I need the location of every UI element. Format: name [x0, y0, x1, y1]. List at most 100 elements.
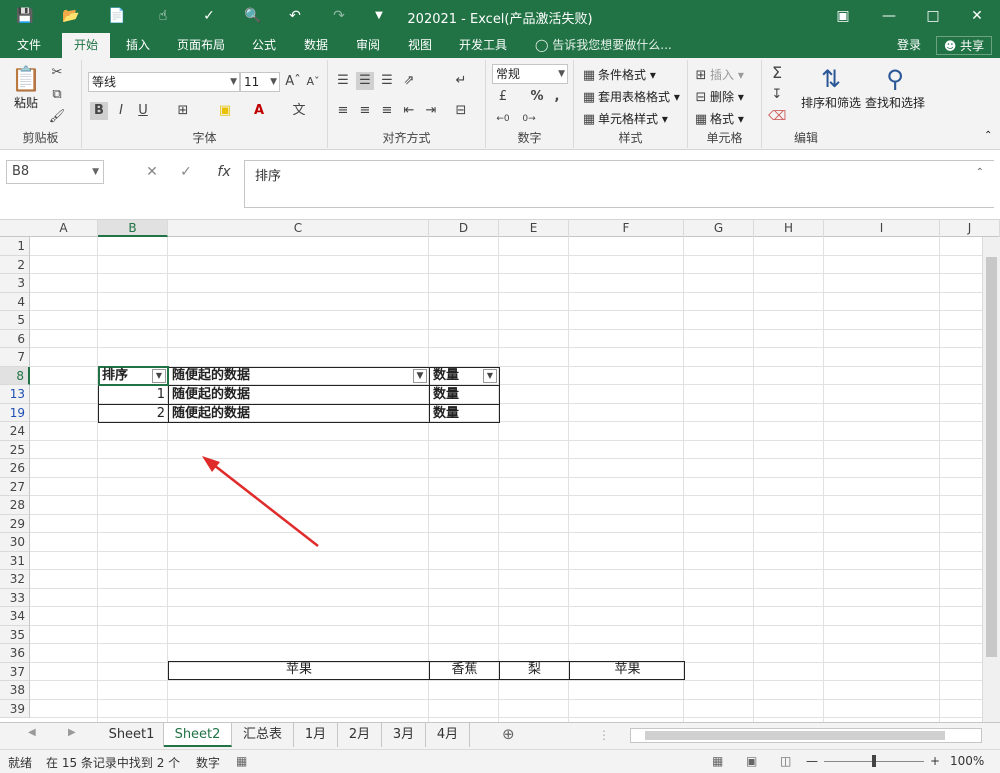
login-link[interactable]: 登录 — [897, 33, 921, 58]
insert-function-icon[interactable]: fx — [212, 160, 236, 184]
column-header-g[interactable]: G — [684, 220, 754, 237]
horizontal-scroll-thumb[interactable] — [645, 731, 945, 740]
tab-data[interactable]: 数据 — [294, 33, 338, 58]
row-header-36[interactable]: 36 — [0, 644, 30, 663]
formula-input[interactable]: 排序 ⌃ — [244, 160, 994, 208]
row-header-29[interactable]: 29 — [0, 514, 30, 533]
clear-icon[interactable]: ⌫ — [768, 108, 786, 126]
name-box[interactable]: B8 ▼ — [6, 160, 104, 184]
font-name-box[interactable]: 等线 ▼ — [88, 72, 240, 92]
merge-center-icon[interactable]: ⊟ — [452, 102, 470, 120]
normal-view-icon[interactable]: ▦ — [712, 754, 723, 768]
tab-view[interactable]: 视图 — [398, 33, 442, 58]
row-header-13[interactable]: 13 — [0, 385, 30, 404]
column-header-a[interactable]: A — [30, 220, 98, 237]
row-header-34[interactable]: 34 — [0, 607, 30, 626]
table-cell[interactable]: 随便起的数据 — [169, 405, 429, 424]
increase-indent-icon[interactable]: ⇥ — [422, 102, 440, 120]
fruit-cell[interactable]: 苹果 — [570, 661, 685, 680]
tab-home[interactable]: 开始 — [62, 33, 110, 58]
collapse-ribbon-icon[interactable]: ⌃ — [984, 130, 992, 141]
orientation-icon[interactable]: ⇗ — [400, 72, 418, 90]
grow-font-icon[interactable]: Aˆ — [284, 73, 302, 91]
sheet-tab[interactable]: 汇总表 — [232, 723, 294, 747]
row-header-31[interactable]: 31 — [0, 551, 30, 570]
font-color-icon[interactable]: A — [250, 102, 268, 120]
column-header-i[interactable]: I — [824, 220, 940, 237]
bold-button[interactable]: B — [90, 102, 108, 120]
currency-icon[interactable]: £ — [494, 88, 512, 106]
row-header-3[interactable]: 3 — [0, 274, 30, 293]
horizontal-scrollbar[interactable] — [630, 728, 982, 743]
align-right-icon[interactable]: ≡ — [378, 102, 396, 120]
tab-insert[interactable]: 插入 — [116, 33, 160, 58]
paste-button[interactable]: 📋 粘贴 — [8, 64, 44, 111]
row-header-39[interactable]: 39 — [0, 699, 30, 718]
next-sheet-icon[interactable]: ▶ — [68, 727, 76, 738]
delete-cells-button[interactable]: ⊟ 删除 ▾ — [692, 88, 744, 107]
table-cell[interactable]: 2 — [99, 405, 168, 424]
autosum-icon[interactable]: Σ — [768, 64, 786, 82]
tell-me-search[interactable]: ◯ 告诉我您想要做什么... — [535, 33, 672, 58]
fruit-cell[interactable]: 梨 — [500, 661, 569, 680]
expand-formula-icon[interactable]: ⌃ — [976, 167, 984, 178]
align-center-icon[interactable]: ≡ — [356, 102, 374, 120]
worksheet-grid[interactable]: ABCDEFGHIJ 1 2 3 4 5 6 7 8 13 19 24 25 26 27 28 29 30 31 3… — [0, 220, 1000, 722]
row-header-24[interactable]: 24 — [0, 422, 30, 441]
underline-button[interactable]: U — [134, 102, 152, 120]
sheet-tab[interactable]: 4月 — [426, 723, 470, 747]
column-header-e[interactable]: E — [499, 220, 569, 237]
row-header-30[interactable]: 30 — [0, 533, 30, 552]
row-header-37[interactable]: 37 — [0, 662, 30, 681]
tab-page-layout[interactable]: 页面布局 — [168, 33, 234, 58]
format-cells-button[interactable]: ▦ 格式 ▾ — [692, 110, 744, 129]
tab-developer[interactable]: 开发工具 — [450, 33, 516, 58]
decrease-decimal-icon[interactable]: 0→ — [520, 110, 538, 128]
decrease-indent-icon[interactable]: ⇤ — [400, 102, 418, 120]
sheet-tab[interactable]: 2月 — [338, 723, 382, 747]
row-header-27[interactable]: 27 — [0, 477, 30, 496]
align-middle-icon[interactable]: ☰ — [356, 72, 374, 90]
tab-split-handle-icon[interactable]: ⋮ — [598, 728, 610, 742]
cancel-icon[interactable]: ✕ — [140, 160, 164, 184]
row-header-19[interactable]: 19 — [0, 403, 30, 422]
column-header-h[interactable]: H — [754, 220, 824, 237]
cut-icon[interactable]: ✂ — [48, 64, 66, 82]
number-format-box[interactable]: 常规 ▼ — [492, 64, 568, 84]
copy-icon[interactable]: ⧉ — [48, 86, 66, 104]
phonetic-icon[interactable]: 文 — [290, 102, 308, 120]
insert-cells-button[interactable]: ⊞ 插入 ▾ — [692, 66, 744, 85]
prev-sheet-icon[interactable]: ◀ — [28, 727, 36, 738]
page-layout-view-icon[interactable]: ▣ — [746, 754, 757, 768]
comma-button[interactable]: , — [548, 88, 566, 106]
macro-record-icon[interactable]: ▦ — [236, 754, 247, 768]
vertical-scroll-thumb[interactable] — [986, 257, 997, 657]
align-top-icon[interactable]: ☰ — [334, 72, 352, 90]
table-cell[interactable]: 随便起的数据 — [169, 386, 429, 405]
close-icon[interactable]: ✕ — [962, 5, 992, 27]
enter-icon[interactable]: ✓ — [174, 160, 198, 184]
tab-formulas[interactable]: 公式 — [244, 33, 284, 58]
column-header-d[interactable]: D — [429, 220, 499, 237]
row-header-4[interactable]: 4 — [0, 292, 30, 311]
sheet-tab[interactable]: Sheet2 — [164, 723, 232, 747]
sort-filter-button[interactable]: ⇅ 排序和筛选 — [800, 64, 862, 111]
page-break-view-icon[interactable]: ◫ — [780, 754, 791, 768]
tab-review[interactable]: 审阅 — [346, 33, 390, 58]
zoom-level[interactable]: 100% — [950, 754, 984, 768]
zoom-out-icon[interactable]: — — [806, 754, 818, 768]
shrink-font-icon[interactable]: Aˇ — [304, 73, 322, 91]
italic-button[interactable]: I — [112, 102, 130, 120]
column-header-j[interactable]: J — [940, 220, 1000, 237]
align-left-icon[interactable]: ≡ — [334, 102, 352, 120]
zoom-in-icon[interactable]: + — [930, 754, 940, 768]
sheet-tab[interactable]: Sheet1 — [100, 723, 164, 747]
fruit-cell[interactable]: 香蕉 — [430, 661, 499, 680]
ribbon-display-icon[interactable]: ▣ — [828, 5, 858, 27]
row-header-33[interactable]: 33 — [0, 588, 30, 607]
row-header-1[interactable]: 1 — [0, 237, 30, 256]
column-header-b[interactable]: B — [98, 220, 168, 237]
tab-file[interactable]: 文件 — [6, 33, 52, 58]
header-cell-data[interactable]: 随便起的数据 — [169, 367, 409, 386]
sheet-tab[interactable]: 3月 — [382, 723, 426, 747]
